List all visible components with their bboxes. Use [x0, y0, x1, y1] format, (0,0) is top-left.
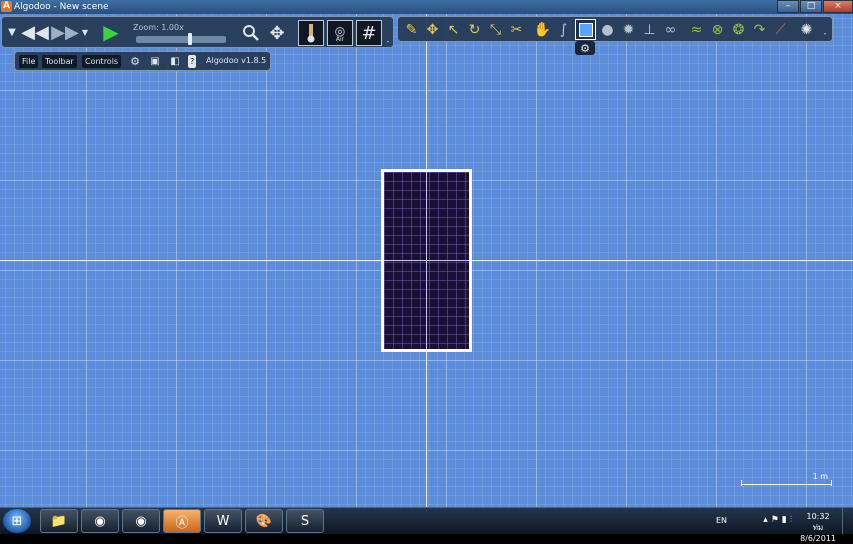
settings-icon[interactable]: ⚙ [128, 54, 142, 68]
scale-line [741, 484, 832, 485]
file-menu[interactable]: File [19, 55, 39, 68]
clock-date: 8/6/2011 [800, 534, 836, 543]
zoom-tool-icon[interactable] [240, 22, 262, 44]
gravity-icon[interactable] [298, 20, 324, 46]
taskbar: ⊞ 📁 ◉ ◉ Ⓐ W 🎨 S EN ▴⚑▮⫶ 10:32 ท่ม 8/6/20… [0, 507, 853, 543]
axle-tool-icon[interactable]: ❂ [729, 20, 748, 39]
box-shape-icon [578, 22, 593, 37]
explorer-icon[interactable]: 📁 [40, 509, 78, 533]
chevron-down-icon[interactable]: ▼ [6, 25, 18, 39]
wheel-tool-icon[interactable]: ↷ [750, 20, 769, 39]
scale-tool-icon[interactable]: ⤡ [486, 20, 505, 39]
algodoo-app-icon: A [1, 1, 12, 12]
drag-tool-icon[interactable]: ↖ [444, 20, 463, 39]
window-title: Algodoo - New scene [14, 2, 109, 12]
camera-icon[interactable]: ▣ [148, 54, 162, 68]
toolbar-menu[interactable]: Toolbar [42, 55, 77, 68]
fixate-tool-icon[interactable]: ⊗ [708, 20, 727, 39]
grid-icon[interactable]: # [356, 20, 382, 46]
maximize-button[interactable]: □ [800, 0, 822, 13]
clock-time: 10:32 ท่ม [806, 512, 830, 532]
chain-tool-icon[interactable]: ∞ [661, 20, 680, 39]
paint-icon[interactable]: 🎨 [245, 509, 283, 533]
pan-tool-icon[interactable]: ✥ [266, 22, 288, 44]
word-icon[interactable]: W [204, 509, 242, 533]
zoom-slider[interactable] [136, 33, 226, 45]
zoom-label: Zoom: 1.00x [133, 23, 184, 32]
air-label: Air [335, 35, 345, 43]
firefox-icon[interactable]: ◉ [81, 509, 119, 533]
move-tool-icon[interactable]: ✥ [423, 20, 442, 39]
title-bar: A Algodoo - New scene – □ × [0, 0, 853, 14]
tray-icons[interactable]: ▴⚑▮⫶ [763, 515, 795, 525]
sketch-tool-icon[interactable]: ✎ [402, 20, 421, 39]
zoom-slider-thumb[interactable] [188, 33, 192, 45]
firefox-icon-2[interactable]: ◉ [122, 509, 160, 533]
tool-palette: ✎ ✥ ↖ ↻ ⤡ ✂ ✋ ∫ ● ✹ ⊥ ∞ ≈ ⊗ ❂ ↷ ⟋ ✺ - [397, 16, 833, 42]
version-label: Algodoo v1.8.5 [206, 56, 267, 65]
skype-icon[interactable]: S [286, 509, 324, 533]
minimize-button[interactable]: – [777, 0, 799, 13]
box-tool-icon[interactable] [575, 19, 596, 40]
rewind-icon[interactable]: ◀◀ [21, 22, 49, 43]
tracer-tool-icon[interactable]: ✺ [797, 20, 816, 39]
help-button[interactable]: ? [188, 55, 197, 68]
scale-tick-left [741, 480, 742, 486]
show-desktop-button[interactable] [842, 508, 853, 534]
hand-tool-icon[interactable]: ✋ [533, 20, 552, 39]
scale-bar: 1 m [741, 472, 832, 487]
air-icon[interactable]: ◎ Air [327, 20, 353, 46]
box-tool-settings-icon[interactable]: ⚙ [575, 41, 595, 55]
scene-canvas[interactable]: 1 m [0, 14, 853, 507]
scale-label: 1 m [812, 472, 828, 481]
clock[interactable]: 10:32 ท่ม 8/6/2011 [800, 511, 836, 544]
laser-tool-icon[interactable]: ⟋ [771, 20, 790, 39]
close-button[interactable]: × [823, 0, 853, 13]
rotate-tool-icon[interactable]: ↻ [465, 20, 484, 39]
spring-tool-icon[interactable]: ≈ [687, 20, 706, 39]
controls-menu[interactable]: Controls [82, 55, 122, 68]
more-icon[interactable]: - [384, 37, 392, 46]
more-icon[interactable]: - [821, 29, 829, 38]
scale-tick-right [831, 480, 832, 486]
plane-tool-icon[interactable]: ⊥ [640, 20, 659, 39]
dropdown-icon[interactable]: ▼ [80, 25, 90, 39]
menu-bar: File Toolbar Controls ⚙ ▣ ◧ ? Algodoo v1… [14, 51, 271, 71]
play-icon[interactable]: ▶ [100, 20, 122, 44]
cut-tool-icon[interactable]: ✂ [507, 20, 526, 39]
algodoo-icon[interactable]: Ⓐ [163, 509, 201, 533]
rope-tool-icon[interactable]: ∫ [554, 20, 573, 39]
gear-tool-icon[interactable]: ✹ [619, 20, 638, 39]
language-indicator[interactable]: EN [716, 516, 727, 525]
box-object[interactable] [381, 169, 472, 352]
window-icon[interactable]: ◧ [168, 54, 182, 68]
simulation-toolbar: ▼ ◀◀ ▶▶ ▼ ▶ Zoom: 1.00x ✥ ◎ Air # - [1, 16, 394, 48]
box-center-h [384, 260, 469, 261]
start-button[interactable]: ⊞ [3, 509, 31, 533]
fast-forward-icon[interactable]: ▶▶ [51, 22, 79, 43]
circle-tool-icon[interactable]: ● [598, 20, 617, 39]
